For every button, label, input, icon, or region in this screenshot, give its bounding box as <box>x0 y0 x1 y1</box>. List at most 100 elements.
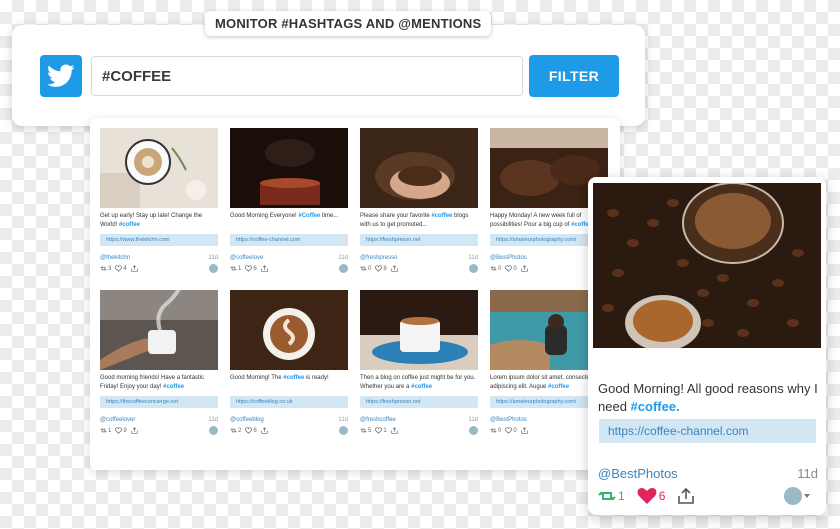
share-icon[interactable] <box>521 427 528 434</box>
avatar[interactable] <box>209 426 218 435</box>
share-icon[interactable] <box>391 427 398 434</box>
post-handle[interactable]: @coffeeblog <box>230 417 264 423</box>
monitor-title-badge: MONITOR #HASHTAGS AND @MENTIONS <box>205 11 492 36</box>
post-text: Good morning friends! Have a fantastic F… <box>100 375 205 390</box>
post-card[interactable]: Get up early! Stay up late! Change the W… <box>100 128 218 282</box>
like-button[interactable]: 8 <box>375 265 387 272</box>
share-icon[interactable] <box>261 265 268 272</box>
post-handle[interactable]: @freshpresso <box>360 255 397 261</box>
share-icon[interactable] <box>261 427 268 434</box>
post-text: Get up early! Stay up late! Change the W… <box>100 213 203 228</box>
retweet-button[interactable]: 1 <box>100 427 111 434</box>
retweet-count: 1 <box>238 265 242 272</box>
featured-post-card[interactable]: Good Morning! All good reasons why I nee… <box>588 177 826 515</box>
post-photo <box>100 290 218 370</box>
hashtag-link[interactable]: #coffee <box>431 213 452 219</box>
retweet-button[interactable]: 5 <box>360 427 371 434</box>
hashtag-link[interactable]: #coffee <box>548 384 569 390</box>
retweet-icon <box>490 266 497 271</box>
featured-post-handle[interactable]: @BestPhotos <box>598 466 678 481</box>
like-button[interactable]: 1 <box>375 427 387 434</box>
like-button[interactable]: 4 <box>115 265 127 272</box>
retweet-button[interactable]: 2 <box>230 427 241 434</box>
hashtag-search-card: FILTER <box>12 25 645 126</box>
share-icon[interactable] <box>131 427 138 434</box>
post-link[interactable]: https://freshpresso.net <box>360 396 478 408</box>
like-button[interactable]: 6 <box>245 427 257 434</box>
post-age: 11d <box>338 255 348 261</box>
avatar[interactable] <box>469 426 478 435</box>
hashtag-link[interactable]: #coffee. <box>631 399 680 414</box>
avatar[interactable] <box>469 264 478 273</box>
post-text: Good Morning Everyone! #Coffee time... <box>230 213 339 219</box>
twitter-source-button[interactable] <box>40 55 82 97</box>
avatar[interactable] <box>784 487 802 505</box>
featured-post-text: Good Morning! All good reasons why I nee… <box>598 381 818 414</box>
post-card[interactable]: Good morning friends! Have a fantastic F… <box>100 290 218 444</box>
like-count: 6 <box>658 489 666 503</box>
retweet-icon <box>100 428 107 433</box>
post-age: 11d <box>468 255 478 261</box>
hashtag-link[interactable]: #coffee <box>119 222 140 228</box>
hashtag-link[interactable]: #coffee <box>283 375 304 381</box>
post-photo <box>230 128 348 208</box>
retweet-icon <box>360 266 367 271</box>
like-count: 1 <box>383 427 387 434</box>
retweet-button[interactable]: 0 <box>490 427 501 434</box>
post-handle[interactable]: @BestPhotos <box>490 417 527 423</box>
hashtag-link[interactable]: #coffee <box>163 384 184 390</box>
retweet-count: 0 <box>498 265 502 272</box>
post-handle[interactable]: @coffeelover <box>100 417 135 423</box>
like-button[interactable]: 0 <box>505 265 517 272</box>
post-link[interactable]: https://coffeeblog.co.uk <box>230 396 348 408</box>
post-age: 11d <box>208 417 218 423</box>
post-handle[interactable]: @thekitchn <box>100 255 130 261</box>
post-link[interactable]: https://www.thekitchn.com <box>100 234 218 246</box>
share-button[interactable] <box>677 488 695 504</box>
like-button[interactable]: 6 <box>245 265 257 272</box>
heart-icon <box>505 427 513 434</box>
post-card[interactable]: Good Morning Everyone! #Coffee time... h… <box>230 128 348 282</box>
like-button[interactable]: 0 <box>505 427 517 434</box>
share-icon[interactable] <box>131 265 138 272</box>
featured-post-link[interactable]: https://coffee-channel.com <box>599 419 816 443</box>
post-age: 11d <box>338 417 348 423</box>
retweet-icon <box>100 266 107 271</box>
post-link[interactable]: https://coffee-channel.com <box>230 234 348 246</box>
hashtag-link[interactable]: #Coffee <box>298 213 320 219</box>
share-icon[interactable] <box>391 265 398 272</box>
retweet-button[interactable]: 3 <box>100 265 111 272</box>
filter-button[interactable]: FILTER <box>529 55 619 97</box>
featured-post-age: 11d <box>797 466 818 481</box>
retweet-icon <box>230 428 237 433</box>
avatar[interactable] <box>339 426 348 435</box>
retweet-count: 1 <box>618 489 625 503</box>
retweet-button[interactable]: 1 <box>230 265 241 272</box>
hashtag-search-input[interactable] <box>91 56 523 96</box>
retweet-button[interactable]: 0 <box>360 265 371 272</box>
retweet-button[interactable]: 0 <box>490 265 501 272</box>
post-card[interactable]: Then a blog on coffee just might be for … <box>360 290 478 444</box>
heart-icon <box>375 265 383 272</box>
post-handle[interactable]: @BestPhotos <box>490 255 527 261</box>
post-handle[interactable]: @coffeelove <box>230 255 263 261</box>
post-card[interactable]: Please share your favorite #coffee blogs… <box>360 128 478 282</box>
posts-grid: Get up early! Stay up late! Change the W… <box>90 118 620 470</box>
heart-icon <box>115 265 123 272</box>
post-link[interactable]: https://freshpresso.net <box>360 234 478 246</box>
post-handle[interactable]: @freshcoffee <box>360 417 396 423</box>
like-count: 9 <box>123 427 127 434</box>
post-link[interactable]: https://thecoffeeconcierge.net <box>100 396 218 408</box>
share-icon[interactable] <box>521 265 528 272</box>
hashtag-link[interactable]: #coffee <box>411 384 432 390</box>
post-card[interactable]: Good Morning! The #coffee is ready! http… <box>230 290 348 444</box>
like-button[interactable]: 9 <box>115 427 127 434</box>
like-button[interactable]: 6 <box>637 487 666 505</box>
post-text: Good Morning! The #coffee is ready! <box>230 375 329 381</box>
featured-photo <box>593 182 821 351</box>
chevron-down-icon[interactable] <box>804 494 810 498</box>
retweet-button[interactable]: 1 <box>598 488 625 504</box>
heart-icon <box>245 427 253 434</box>
avatar[interactable] <box>209 264 218 273</box>
avatar[interactable] <box>339 264 348 273</box>
